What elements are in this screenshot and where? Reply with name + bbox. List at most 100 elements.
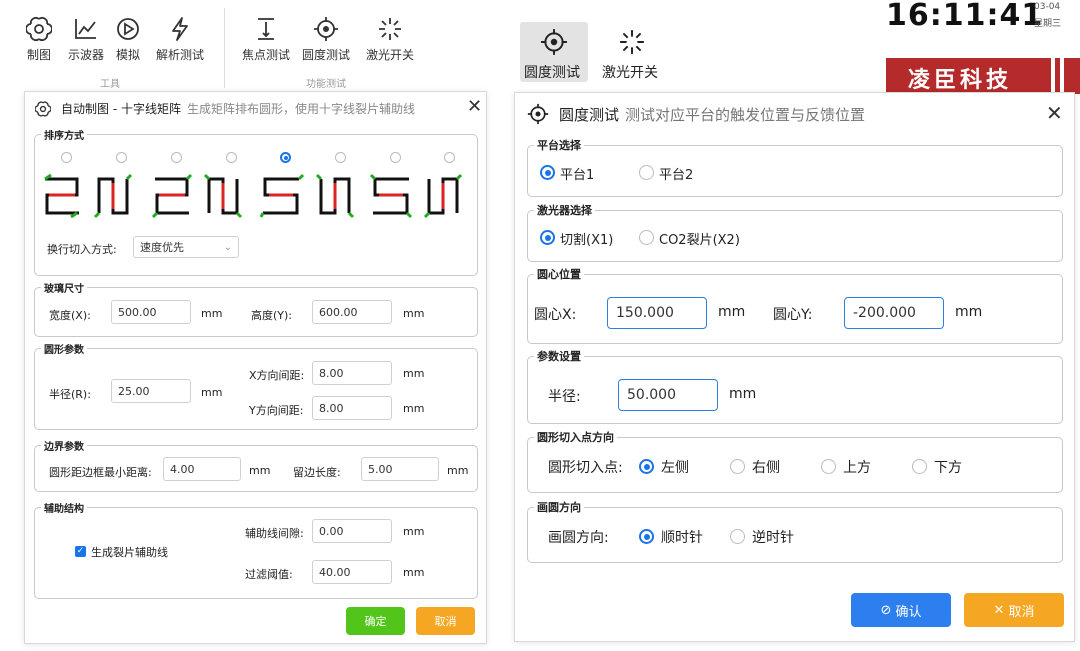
filter-threshold-unit: mm [403, 566, 425, 579]
sort-option-3-radio[interactable] [171, 152, 182, 163]
line-switch-value: 速度优先 [140, 241, 184, 254]
width-input[interactable]: 500.00 [111, 300, 191, 324]
radius-input[interactable]: 25.00 [111, 379, 191, 403]
brand-stripe [1051, 58, 1055, 94]
gap-input[interactable]: 0.00 [312, 519, 392, 543]
height-label: 高度(Y): [251, 309, 293, 322]
margin-label: 留边长度: [293, 466, 341, 479]
simulate-button[interactable]: 模拟 [115, 16, 141, 63]
min-distance-label: 圆形距边框最小距离: [49, 466, 152, 479]
entry-right-radio[interactable] [730, 459, 745, 474]
sort-group: 排序方式 换行切入方式: 速度优先 ⌄ [34, 127, 478, 276]
openai-logo-icon [26, 17, 52, 41]
laser-select-group: 激光器选择 切割(X1) CO2裂片(X2) [527, 202, 1063, 262]
glass-size-group: 玻璃尺寸 宽度(X): 500.00 mm 高度(Y): 600.00 mm [34, 280, 478, 337]
platform-2-radio[interactable] [639, 165, 654, 180]
aux-legend: 辅助结构 [41, 500, 87, 515]
roundness-test-dialog: 圆度测试 测试对应平台的触发位置与反馈位置 ✕ 平台选择 平台1 平台2 激光器… [514, 92, 1075, 642]
radius-label: 半径(R): [49, 388, 91, 401]
sort-pattern-2-icon [93, 173, 133, 219]
line-switch-select[interactable]: 速度优先 ⌄ [133, 236, 239, 258]
check-circle-icon: ⊘ [880, 602, 892, 618]
entry-top-label: 上方 [843, 460, 871, 476]
sort-option-5-radio[interactable] [280, 152, 291, 163]
crosshair-icon [541, 29, 567, 55]
functions-caption: 功能测试 [306, 79, 346, 90]
laser-cut-radio[interactable] [540, 230, 555, 245]
oscilloscope-button[interactable]: 示波器 [68, 16, 104, 63]
radius-unit: mm [729, 386, 757, 402]
filter-threshold-input[interactable]: 40.00 [312, 560, 392, 584]
margin-input[interactable]: 5.00 [361, 457, 439, 481]
cancel-button-label: 取消 [1008, 604, 1035, 620]
radius-label: 半径: [548, 389, 581, 405]
close-icon[interactable]: ✕ [467, 96, 482, 117]
x-spacing-label: X方向间距: [249, 369, 305, 382]
sort-option-1-radio[interactable] [61, 152, 72, 163]
draw-tool-button[interactable]: 制图 [26, 16, 52, 63]
laser-switch-button[interactable]: 激光开关 [366, 16, 414, 63]
radius-input[interactable]: 50.000 [618, 379, 718, 411]
aux-line-checkbox-label: 生成裂片辅助线 [91, 546, 168, 559]
chevron-down-icon: ⌄ [223, 241, 232, 253]
laser-switch-ribbon-button[interactable]: 激光开关 [600, 22, 668, 82]
brand-text: 凌臣科技 [908, 68, 1013, 93]
roundness-test-ribbon-button[interactable]: 圆度测试 [520, 22, 588, 82]
laser-icon [379, 18, 401, 40]
gap-unit: mm [403, 525, 425, 538]
lightning-icon [172, 17, 188, 41]
entry-top-radio[interactable] [821, 459, 836, 474]
roundness-test-button[interactable]: 圆度测试 [302, 16, 350, 63]
laser-switch-ribbon-label: 激光开关 [602, 65, 658, 81]
confirm-button[interactable]: ⊘ 确认 [851, 593, 951, 627]
x-spacing-unit: mm [403, 367, 425, 380]
center-x-unit: mm [718, 304, 746, 320]
focus-test-button[interactable]: 焦点测试 [242, 16, 290, 63]
clock-date: 03-04 [1034, 2, 1061, 12]
sort-option-8-radio[interactable] [444, 152, 455, 163]
height-unit: mm [403, 307, 425, 320]
laser-co2-radio[interactable] [639, 230, 654, 245]
x-spacing-input[interactable]: 8.00 [312, 361, 392, 385]
draw-tool-label: 制图 [26, 48, 51, 62]
height-input[interactable]: 600.00 [312, 300, 392, 324]
draw-direction-group: 画圆方向 画圆方向: 顺时针 逆时针 [527, 499, 1063, 563]
ok-button[interactable]: 确定 [346, 607, 405, 635]
entry-label: 圆形切入点: [548, 460, 623, 476]
sort-option-7-radio[interactable] [390, 152, 401, 163]
clockwise-radio[interactable] [639, 529, 654, 544]
min-distance-input[interactable]: 4.00 [163, 457, 241, 481]
platform-1-radio[interactable] [540, 165, 555, 180]
ribbon-divider [224, 8, 225, 88]
dialog-subtitle: 生成矩阵排布圆形，使用十字线裂片辅助线 [186, 102, 415, 116]
focus-icon [258, 18, 274, 40]
aux-line-checkbox[interactable]: ✓ [75, 546, 86, 557]
close-icon[interactable]: ✕ [1046, 101, 1063, 125]
simulate-label: 模拟 [115, 48, 140, 62]
sort-option-6-radio[interactable] [335, 152, 346, 163]
auto-draw-dialog: 自动制图 - 十字线矩阵 生成矩阵排布圆形，使用十字线裂片辅助线 ✕ 排序方式 [24, 91, 487, 644]
close-icon: ✕ [993, 602, 1005, 618]
center-y-input[interactable]: -200.000 [844, 297, 944, 329]
aux-structure-group: 辅助结构 ✓ 生成裂片辅助线 辅助线间隙: 0.00 mm 过滤阈值: 40.0… [34, 500, 478, 599]
confirm-button-label: 确认 [895, 604, 922, 620]
dialog-subtitle: 测试对应平台的触发位置与反馈位置 [625, 105, 866, 124]
parse-test-button[interactable]: 解析测试 [156, 16, 204, 63]
sort-pattern-3-icon [151, 173, 193, 219]
cancel-button[interactable]: 取消 [416, 607, 475, 635]
y-spacing-input[interactable]: 8.00 [312, 396, 392, 420]
boundary-legend: 边界参数 [41, 438, 87, 453]
platform-group: 平台选择 平台1 平台2 [527, 137, 1063, 197]
sort-legend: 排序方式 [41, 127, 87, 142]
entry-left-radio[interactable] [639, 459, 654, 474]
counterclockwise-radio[interactable] [730, 529, 745, 544]
oscilloscope-label: 示波器 [68, 48, 105, 62]
center-x-input[interactable]: 150.000 [607, 297, 707, 329]
clockwise-label: 顺时针 [661, 530, 703, 546]
brand-stripe [1060, 58, 1064, 94]
sort-option-2-radio[interactable] [116, 152, 127, 163]
dialog-title-bar: 自动制图 - 十字线矩阵 生成矩阵排布圆形，使用十字线裂片辅助线 [35, 100, 415, 117]
entry-bottom-radio[interactable] [912, 459, 927, 474]
cancel-button[interactable]: ✕ 取消 [964, 593, 1064, 627]
sort-option-4-radio[interactable] [226, 152, 237, 163]
